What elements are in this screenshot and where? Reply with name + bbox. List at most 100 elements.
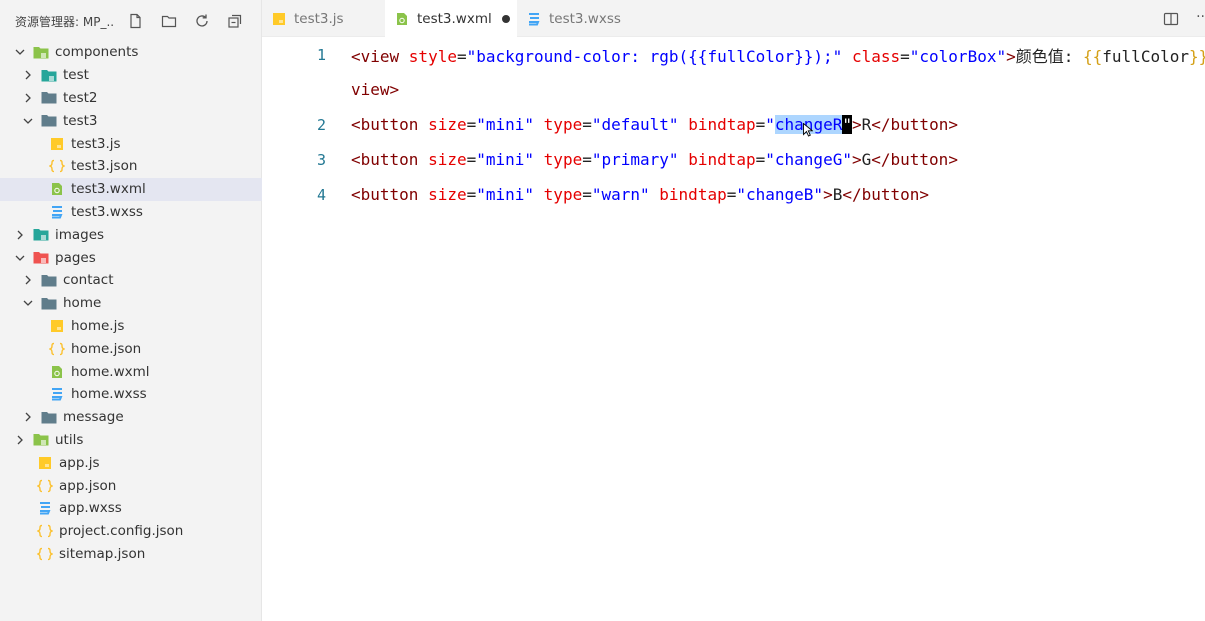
json-file-icon [37,479,53,493]
explorer-actions [127,12,244,30]
new-folder-icon[interactable] [160,12,178,30]
refresh-icon[interactable] [193,12,211,30]
chevron-right-icon[interactable] [21,410,35,424]
chevron-down-icon[interactable] [13,251,27,265]
tree-item[interactable]: home.json [0,337,262,360]
tree-item[interactable]: sitemap.json [0,543,262,566]
tree-item[interactable]: pages [0,246,262,269]
tree-item[interactable]: images [0,223,262,246]
line-number: 2 [316,115,326,134]
tree-item[interactable]: home.wxml [0,360,262,383]
code-token: fullColor [707,46,795,66]
chevron-right-icon[interactable] [21,91,35,105]
tab-label: test3.wxml [417,10,492,27]
tree-item-label: message [63,409,124,426]
tree-item[interactable]: test3.wxss [0,201,262,224]
tree-item[interactable]: app.json [0,474,262,497]
collapse-all-icon[interactable] [226,12,244,30]
tree-item[interactable]: test3.js [0,132,262,155]
code-token: G [861,150,872,169]
explorer-header: 资源管理器: MP_... [0,0,261,42]
wxml-file-icon [395,12,409,26]
unsaved-dot-icon[interactable] [501,14,510,23]
code-line[interactable]: 3 <button size="mini" type="primary" bind… [262,142,1205,177]
folder-icon [41,273,57,287]
chevron-right-icon[interactable] [21,273,35,287]
code-token: <button [351,185,429,204]
tree-item[interactable]: home [0,292,262,315]
tab-test3-wxss[interactable]: test3.wxss [517,0,642,37]
code-content: <button size="mini" type="warn" bindtap=… [351,185,929,204]
chevron-right-icon[interactable] [21,68,35,82]
code-token: > [1006,46,1016,66]
new-file-icon[interactable] [127,12,145,30]
code-token: {{ [688,46,708,66]
code-token: class [851,46,901,66]
code-token: </button> [871,150,958,169]
tree-item[interactable]: components [0,41,262,64]
code-editor[interactable]: 4 <button size="mini" type="warn" bindtap… [262,37,1205,621]
code-line[interactable]: 2 <button size="mini" type="default" bind… [262,107,1205,142]
wxss-file-icon [527,12,541,26]
tree-item-label: app.json [59,477,117,494]
js-file-icon [49,319,65,333]
chevron-right-icon[interactable] [13,433,27,447]
tree-item[interactable]: app.js [0,451,262,474]
tree-item[interactable]: test3.wxml [0,177,262,201]
tree-item[interactable]: contact [0,269,262,292]
code-token: B [832,185,843,204]
tree-item[interactable]: test3.json [0,155,262,178]
chevron-down-icon[interactable] [21,296,35,310]
code-token: size [428,150,467,169]
split-editor-icon[interactable] [1163,11,1179,27]
tree-item[interactable]: test3 [0,109,262,132]
chevron-down-icon[interactable] [13,45,27,59]
code-token: view [351,80,390,99]
folder-icon [41,91,57,105]
chevron-down-icon[interactable] [21,114,35,128]
tree-item[interactable]: test [0,64,262,87]
code-line[interactable]: 4 <button size="mini" type="warn" bindtap… [262,177,1205,212]
wxml-file-icon [49,365,65,379]
tree-item-label: app.wxss [59,500,122,517]
code-token: = [755,115,766,134]
code-token: = [582,185,592,204]
more-actions-icon[interactable]: ·· [1196,9,1205,25]
tree-item[interactable]: test2 [0,87,262,110]
tree-item[interactable]: utils [0,429,262,452]
code-token: "default" [591,115,679,134]
tree-item[interactable]: home.js [0,315,262,338]
chevron-right-icon[interactable] [13,228,27,242]
code-token: bindtap [688,150,756,169]
wxss-file-icon [49,205,65,219]
tree-item[interactable]: message [0,406,262,429]
code-token: " [765,115,775,134]
tree-item[interactable]: home.wxss [0,383,262,406]
tab-test3-wxml[interactable]: test3.wxml [385,0,517,37]
code-line[interactable]: view> [262,72,1205,107]
code-token: type [543,115,583,134]
code-token: size [428,185,467,204]
code-line[interactable]: 1 <view style="background-color: rgb({{fu… [262,37,1205,72]
code-token: > [851,115,862,134]
tree-item-label: test [63,67,89,84]
tree-item-label: project.config.json [59,523,184,540]
tree-item[interactable]: project.config.json [0,520,262,543]
json-file-icon [37,547,53,561]
code-token: = [466,150,477,169]
tree-item[interactable]: app.wxss [0,497,262,520]
js-file-icon [49,137,65,151]
code-token: }} [794,46,814,66]
file-tree: components test test2 test3 test3.js test3.js… [0,41,262,565]
tree-item-label: sitemap.json [59,545,146,562]
code-token: );" [813,46,843,66]
wxss-file-icon [49,387,65,401]
code-content: <button size="mini" type="primary" bindt… [351,150,958,169]
line-number: 4 [316,185,326,204]
tree-item-label: app.js [59,454,100,471]
tree-item-label: images [55,226,105,243]
tab-test3-js[interactable]: test3.js [262,0,385,37]
tree-item-label: home.js [71,317,125,334]
